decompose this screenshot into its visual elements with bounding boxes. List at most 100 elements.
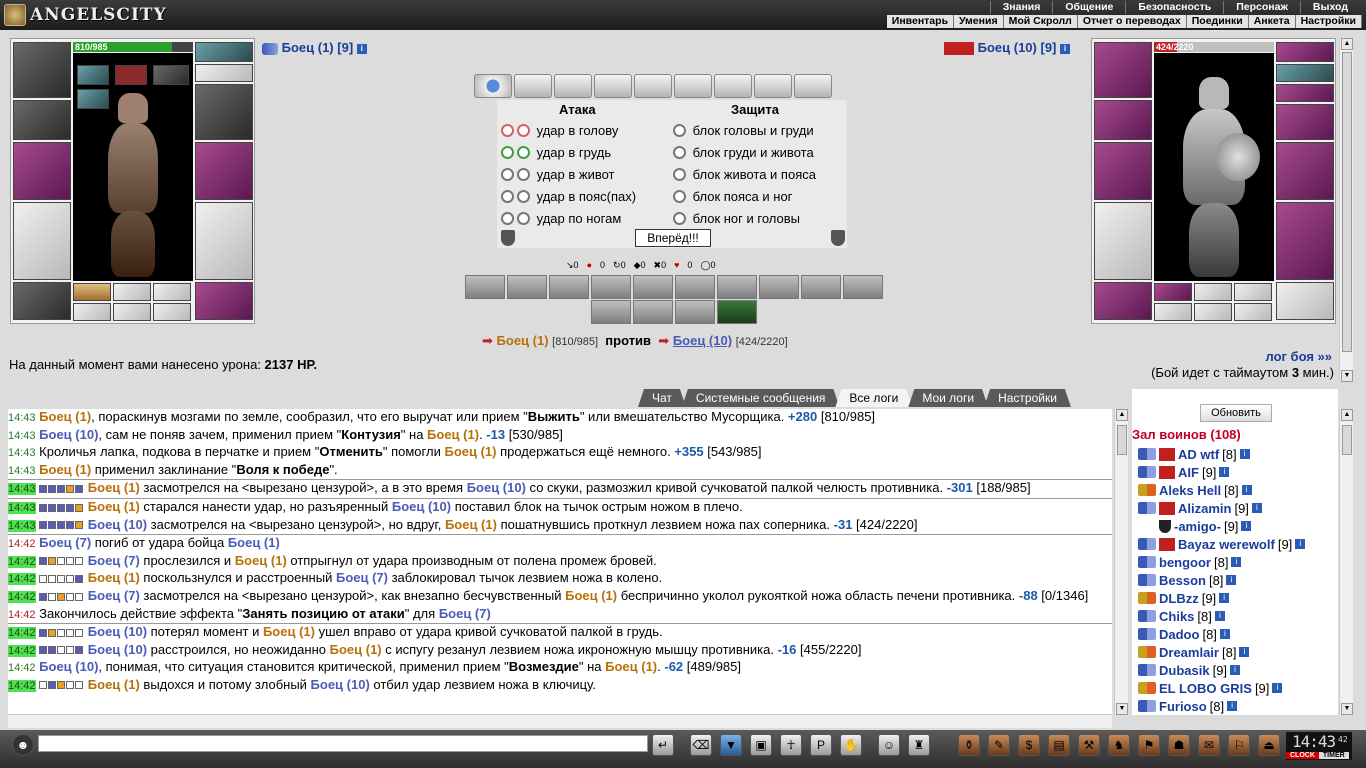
log-player-name[interactable]: Боец (1) [263,624,315,639]
warrior-list-item[interactable]: Furioso [8] i [1138,697,1238,715]
block-radio[interactable] [673,168,686,181]
log-hscrollbar[interactable] [8,714,1112,728]
vs-player-1[interactable]: Боец (1) [497,333,549,348]
bracers-slot[interactable] [13,100,71,140]
log-player-name[interactable]: Боец (1) [605,659,657,674]
belt-slot[interactable] [13,282,71,320]
scroll-up[interactable]: ▲ [1341,409,1353,421]
submenu-profile[interactable]: Анкета [1249,15,1296,28]
left-character-figure[interactable] [73,53,193,281]
scroll-slot-2[interactable] [514,74,552,98]
skill-slot[interactable] [759,275,799,299]
opp-ring-slot-1[interactable] [1194,283,1232,301]
money-icon[interactable]: $ [1018,734,1040,756]
ring-slot-3[interactable] [153,283,191,301]
warrior-name[interactable]: bengoor [1159,555,1211,570]
warrior-name[interactable]: Dadoo [1159,627,1199,642]
block-chest-stomach[interactable]: блок груди и живота [673,145,814,160]
scroll-slot-8[interactable] [754,74,792,98]
log-player-name[interactable]: Боец (1) [228,535,280,550]
warrior-list-item[interactable]: Chiks [8] i [1138,607,1225,625]
ring-slot-4[interactable] [73,303,111,321]
attack-legs[interactable]: удар по ногам [501,211,621,226]
timer-label[interactable]: TIMER [1318,752,1349,759]
opp-bracers-slot[interactable] [1094,100,1152,140]
fighter-icon[interactable]: ☥ [780,734,802,756]
warrior-list-item[interactable]: DLBzz [9] i [1138,589,1230,607]
filter-icon[interactable]: ▼ [720,734,742,756]
log-player-name[interactable]: Боец (1) [88,480,140,495]
bag-icon[interactable]: ⚱ [958,734,980,756]
skill-slot[interactable] [717,300,757,324]
menu-exit[interactable]: Выход [1299,1,1360,14]
chat-input[interactable] [38,735,648,752]
attack-chest[interactable]: удар в грудь [501,145,611,160]
exit-icon[interactable]: ⏏ [1258,734,1280,756]
info-icon[interactable]: i [1219,467,1230,477]
info-icon[interactable]: i [1219,629,1230,639]
log-player-name[interactable]: Боец (1) [88,677,140,692]
warrior-name[interactable]: Besson [1159,573,1206,588]
scroll-slot-4[interactable] [594,74,632,98]
opp-belt-slot[interactable] [1094,282,1152,320]
ring-slot-5[interactable] [113,303,151,321]
log-player-name[interactable]: Боец (7) [88,553,140,568]
info-icon[interactable]: i [1231,557,1242,567]
info-icon[interactable]: i [1241,521,1252,531]
opp-boots-slot[interactable] [1154,283,1192,301]
ring-slot-2[interactable] [113,283,151,301]
menu-security[interactable]: Безопасность [1125,1,1223,14]
skill-slot[interactable] [675,275,715,299]
skill-slot[interactable] [465,275,505,299]
tools-icon[interactable]: ⚒ [1078,734,1100,756]
clan-icon[interactable] [1159,465,1175,479]
scroll-down[interactable]: ▼ [1341,370,1353,382]
opp-weapon-left-slot[interactable] [1094,142,1152,200]
info-icon[interactable]: i [1214,611,1225,621]
info-icon[interactable]: i [1239,449,1250,459]
info-icon[interactable]: i [1230,665,1241,675]
warrior-list-item[interactable]: Besson [8] i [1138,571,1237,589]
menu-communication[interactable]: Общение [1052,1,1125,14]
scroll-up[interactable]: ▲ [1341,38,1353,50]
scroll-down[interactable]: ▼ [1341,703,1353,715]
log-player-name[interactable]: Боец (10) [88,517,147,532]
scroll-icon[interactable]: ✎ [988,734,1010,756]
opp-shield-slot[interactable] [1276,142,1334,200]
scroll-slot-3[interactable] [554,74,592,98]
clan-icon[interactable] [1159,537,1175,551]
log-player-name[interactable]: Боец (10) [39,659,98,674]
log-scrollbar[interactable]: ▲ ▼ [1114,409,1128,715]
attack-head[interactable]: удар в голову [501,123,618,138]
log-player-name[interactable]: Боец (7) [439,606,491,621]
log-player-name[interactable]: Боец (1) [88,570,140,585]
block-head-chest[interactable]: блок головы и груди [673,123,814,138]
warrior-name[interactable]: Furioso [1159,699,1207,714]
info-icon[interactable]: i [1272,683,1283,693]
attack-head-radio-2[interactable] [517,124,530,137]
attack-legs-radio[interactable] [501,212,514,225]
warrior-name[interactable]: Dreamlair [1159,645,1219,660]
opp-ring-slot-5[interactable] [1234,303,1272,321]
opp-ring-slot-4[interactable] [1194,303,1232,321]
scroll-thumb[interactable] [1342,52,1352,352]
warrior-name[interactable]: Alizamin [1178,501,1231,516]
amulet-slot[interactable] [195,42,253,62]
warrior-name[interactable]: Aleks Hell [1159,483,1221,498]
submenu-settings[interactable]: Настройки [1296,15,1362,28]
tab-settings[interactable]: Настройки [984,389,1071,407]
warrior-name[interactable]: AD wtf [1178,447,1219,462]
log-player-name[interactable]: Боец (7) [336,570,388,585]
right-player-label[interactable]: Боец (10) [9] i [944,40,1071,56]
log-player-name[interactable]: Боец (1) [330,642,382,657]
scroll-slot-7[interactable] [714,74,752,98]
warrior-list-item[interactable]: EL LOBO GRIS [9] i [1138,679,1283,697]
helmet-icon[interactable]: ♜ [908,734,930,756]
skill-slot[interactable] [675,300,715,324]
opp-gloves-slot[interactable] [1276,104,1334,140]
log-player-name[interactable]: Боец (10) [88,642,147,657]
private-icon[interactable]: P [810,734,832,756]
log-player-name[interactable]: Боец (7) [88,588,140,603]
scroll-slot-5[interactable] [634,74,672,98]
opp-ring-slot-6[interactable] [1276,282,1334,320]
